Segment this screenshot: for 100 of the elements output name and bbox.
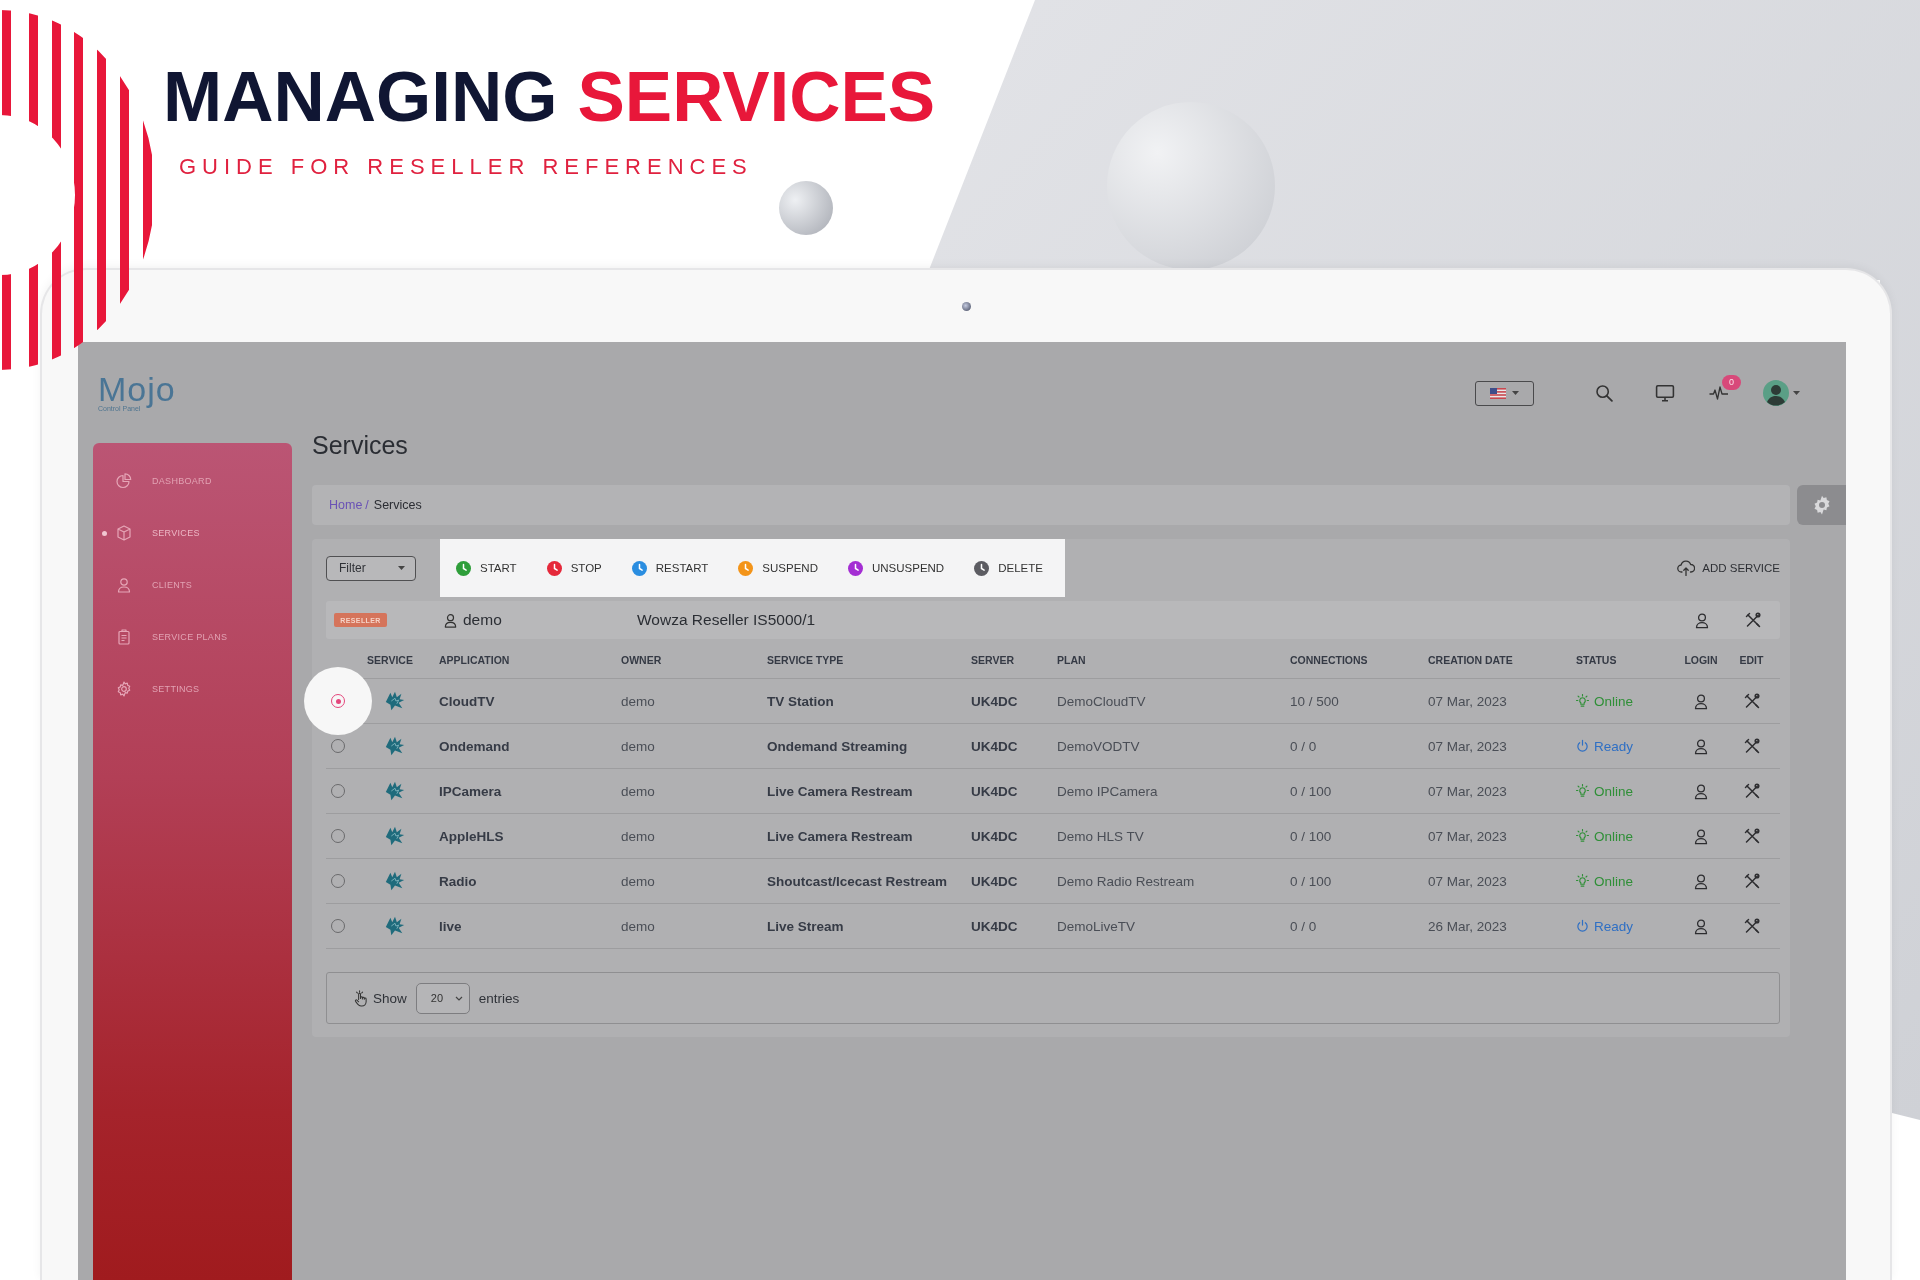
table-cell: demo	[621, 738, 655, 754]
table-cell: 0 / 0	[1290, 918, 1317, 934]
tools-icon[interactable]	[1743, 738, 1760, 754]
table-cell: 0 / 0	[1290, 738, 1317, 754]
action-button[interactable]: UNSUSPEND	[847, 560, 945, 576]
person-icon[interactable]	[1693, 917, 1709, 935]
table-cell: 0 / 100	[1290, 873, 1332, 889]
bulb-icon	[1576, 784, 1589, 798]
bulb-icon	[1576, 829, 1589, 843]
clipboard-icon	[116, 629, 132, 645]
table-cell: 07 Mar, 2023	[1428, 738, 1507, 754]
action-button[interactable]: STOP	[546, 560, 602, 576]
filter-dropdown[interactable]: Filter	[326, 555, 416, 581]
status-label: Online	[1594, 873, 1634, 889]
person-icon[interactable]	[1693, 737, 1709, 755]
active-dot-icon	[102, 530, 107, 536]
table-cell: 10 / 500	[1290, 693, 1339, 709]
page-title: Services	[312, 430, 409, 460]
person-icon	[116, 577, 132, 593]
service-logo-icon	[384, 735, 406, 757]
table-cell: UK4DC	[971, 918, 1018, 934]
status-label: Ready	[1594, 918, 1634, 934]
hand-pointer-icon	[353, 989, 368, 1007]
add-service-button[interactable]: ADD SERVICE	[1677, 560, 1780, 576]
table-cell: UK4DC	[971, 873, 1018, 889]
table-cell: live	[439, 918, 462, 934]
table-cell: Shoutcast/Icecast Restream	[767, 873, 948, 889]
small-sphere	[779, 181, 833, 235]
action-button[interactable]: RESTART	[631, 560, 709, 576]
notification-badge: 0	[1722, 375, 1741, 390]
column-header: PLAN	[1056, 653, 1086, 666]
pie-chart-icon	[116, 473, 132, 489]
table-cell: Ondemand Streaming	[767, 738, 908, 754]
bulb-icon	[1576, 694, 1589, 708]
tools-icon[interactable]	[1744, 612, 1761, 628]
reseller-user: demo	[463, 611, 502, 629]
table-cell: demo	[621, 828, 655, 844]
table-cell: 0 / 100	[1290, 783, 1332, 799]
table-cell: DemoLiveTV	[1057, 918, 1136, 934]
service-logo-icon	[384, 780, 406, 802]
table-cell: 0 / 100	[1290, 828, 1332, 844]
table-cell: demo	[621, 783, 655, 799]
table-cell: IPCamera	[439, 783, 502, 799]
tools-icon[interactable]	[1743, 873, 1760, 889]
column-header: EDIT	[1739, 653, 1764, 666]
column-header: STATUS	[1575, 653, 1617, 666]
table-cell: 07 Mar, 2023	[1428, 783, 1507, 799]
power-icon	[1576, 739, 1589, 753]
tools-icon[interactable]	[1743, 693, 1760, 709]
table-cell: UK4DC	[971, 828, 1018, 844]
person-icon	[443, 612, 458, 628]
language-dropdown[interactable]	[1475, 380, 1534, 406]
action-button[interactable]: DELETE	[974, 560, 1043, 576]
chevron-down-icon	[454, 995, 463, 1001]
person-icon[interactable]	[1693, 782, 1709, 800]
column-header: CREATION DATE	[1427, 653, 1513, 666]
person-icon[interactable]	[1693, 872, 1709, 890]
show-label: Show	[373, 990, 407, 1006]
table-cell: Live Camera Restream	[767, 828, 913, 844]
tools-icon[interactable]	[1743, 783, 1760, 799]
flag-icon	[1490, 387, 1506, 399]
status-label: Ready	[1594, 738, 1634, 754]
column-header: OWNER	[620, 653, 662, 666]
settings-icon	[116, 681, 132, 697]
person-icon[interactable]	[1693, 827, 1709, 845]
service-logo-icon	[384, 870, 406, 892]
table-cell: 07 Mar, 2023	[1428, 693, 1507, 709]
table-cell: Live Camera Restream	[767, 783, 913, 799]
activity-icon[interactable]	[1709, 386, 1729, 400]
heading-word: SERVICES	[577, 56, 936, 138]
table-cell: Demo IPCamera	[1057, 783, 1158, 799]
table-cell: 26 Mar, 2023	[1428, 918, 1507, 934]
action-button[interactable]: SUSPEND	[738, 560, 818, 576]
table-cell: demo	[621, 918, 655, 934]
person-icon[interactable]	[1694, 611, 1710, 629]
breadcrumb-separator: /	[365, 498, 369, 512]
caret-icon[interactable]	[1793, 391, 1800, 395]
monitor-icon[interactable]	[1655, 384, 1675, 402]
tools-icon[interactable]	[1743, 828, 1760, 844]
table-cell: 07 Mar, 2023	[1428, 873, 1507, 889]
column-header: SERVICE TYPE	[766, 653, 844, 666]
service-logo-icon	[384, 825, 406, 847]
table-cell: Demo Radio Restream	[1057, 873, 1195, 889]
table-cell: DemoCloudTV	[1057, 693, 1146, 709]
column-header: APPLICATION	[438, 653, 510, 666]
person-icon[interactable]	[1693, 692, 1709, 710]
webcam-icon	[961, 301, 971, 311]
action-button[interactable]: START	[456, 560, 517, 576]
tools-icon[interactable]	[1743, 918, 1760, 934]
table-cell: Live Stream	[767, 918, 844, 934]
table-cell: TV Station	[767, 693, 834, 709]
table-cell: demo	[621, 693, 655, 709]
heading-word: MANAGING	[163, 56, 558, 138]
table-cell: UK4DC	[971, 783, 1018, 799]
box-icon	[116, 525, 132, 541]
reseller-title: Wowza Reseller IS5000/1	[637, 611, 816, 629]
avatar-icon[interactable]	[1763, 380, 1789, 406]
page-size-select[interactable]: 20	[415, 982, 470, 1014]
search-icon[interactable]	[1595, 384, 1613, 402]
entries-label: entries	[478, 990, 520, 1006]
